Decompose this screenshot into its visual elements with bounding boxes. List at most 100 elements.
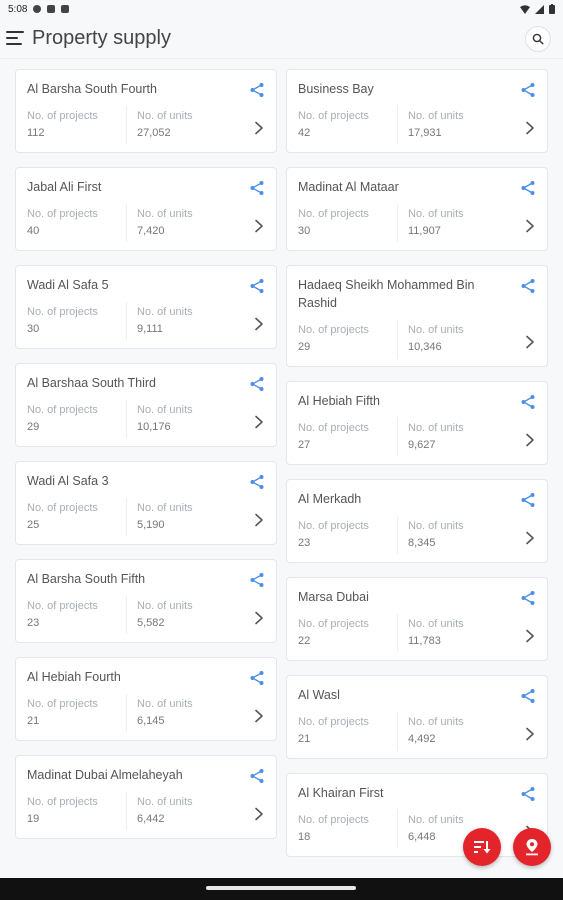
units-value: 10,176 <box>137 421 171 433</box>
property-card[interactable]: Al Hebiah Fifth No. of projects 27 No. o… <box>286 381 548 465</box>
card-header: Jabal Ali First <box>16 168 276 196</box>
units-metric: No. of units 6,145 <box>126 694 236 732</box>
units-metric: No. of units 11,907 <box>397 204 507 242</box>
projects-metric: No. of projects 21 <box>27 694 126 732</box>
notification-icon <box>61 5 70 13</box>
units-metric: No. of units 9,111 <box>126 302 236 340</box>
share-icon[interactable] <box>520 278 536 294</box>
app-bar-divider <box>0 58 563 59</box>
share-icon[interactable] <box>249 180 265 196</box>
chevron-right-icon[interactable] <box>525 121 535 135</box>
chevron-right-icon[interactable] <box>525 629 535 643</box>
card-header: Al Barsha South Fifth <box>16 560 276 588</box>
property-card[interactable]: Marsa Dubai No. of projects 22 No. of un… <box>286 577 548 661</box>
share-icon[interactable] <box>249 278 265 294</box>
share-icon[interactable] <box>249 572 265 588</box>
units-label: No. of units <box>137 600 193 612</box>
chevron-right-icon[interactable] <box>254 807 264 821</box>
projects-label: No. of projects <box>27 600 98 612</box>
chevron-right-icon[interactable] <box>254 513 264 527</box>
chevron-right-icon[interactable] <box>525 727 535 741</box>
share-icon[interactable] <box>520 394 536 410</box>
chevron-right-icon[interactable] <box>525 531 535 545</box>
card-metrics: No. of projects 25 No. of units 5,190 <box>27 498 236 536</box>
property-card[interactable]: Wadi Al Safa 3 No. of projects 25 No. of… <box>15 461 277 545</box>
property-card[interactable]: Jabal Ali First No. of projects 40 No. o… <box>15 167 277 251</box>
chevron-right-icon[interactable] <box>254 611 264 625</box>
chevron-right-icon[interactable] <box>254 219 264 233</box>
page-title: Property supply <box>32 26 171 49</box>
area-name: Business Bay <box>298 82 374 96</box>
area-name: Al Barsha South Fourth <box>27 82 157 96</box>
card-metrics: No. of projects 29 No. of units 10,346 <box>298 320 507 358</box>
share-icon[interactable] <box>249 82 265 98</box>
share-icon[interactable] <box>249 670 265 686</box>
property-card[interactable]: Al Hebiah Fourth No. of projects 21 No. … <box>15 657 277 741</box>
menu-icon[interactable] <box>6 31 24 45</box>
share-icon[interactable] <box>249 474 265 490</box>
units-value: 5,582 <box>137 617 165 629</box>
property-card[interactable]: Al Barsha South Fifth No. of projects 23… <box>15 559 277 643</box>
projects-value: 21 <box>298 733 311 745</box>
projects-value: 18 <box>298 831 311 843</box>
units-value: 8,345 <box>408 537 436 549</box>
share-icon[interactable] <box>520 82 536 98</box>
units-label: No. of units <box>137 796 193 808</box>
share-icon[interactable] <box>520 180 536 196</box>
share-icon[interactable] <box>520 688 536 704</box>
share-icon[interactable] <box>520 492 536 508</box>
chevron-right-icon[interactable] <box>254 415 264 429</box>
chevron-right-icon[interactable] <box>525 219 535 233</box>
projects-label: No. of projects <box>298 618 369 630</box>
property-card[interactable]: Hadaeq Sheikh Mohammed Bin Rashid No. of… <box>286 265 548 367</box>
share-icon[interactable] <box>520 590 536 606</box>
share-icon[interactable] <box>249 376 265 392</box>
projects-value: 112 <box>27 127 45 139</box>
projects-metric: No. of projects 30 <box>27 302 126 340</box>
units-metric: No. of units 9,627 <box>397 418 507 456</box>
property-card[interactable]: Madinat Al Mataar No. of projects 30 No.… <box>286 167 548 251</box>
units-value: 7,420 <box>137 225 165 237</box>
property-card[interactable]: Al Barshaa South Third No. of projects 2… <box>15 363 277 447</box>
card-header: Wadi Al Safa 5 <box>16 266 276 294</box>
property-card[interactable]: Business Bay No. of projects 42 No. of u… <box>286 69 548 153</box>
units-value: 6,145 <box>137 715 165 727</box>
property-card[interactable]: Al Wasl No. of projects 21 No. of units … <box>286 675 548 759</box>
units-label: No. of units <box>137 110 193 122</box>
card-header: Al Merkadh <box>287 480 547 508</box>
map-view-button[interactable] <box>513 828 551 866</box>
sort-icon <box>474 841 491 854</box>
chevron-right-icon[interactable] <box>525 335 535 349</box>
card-header: Al Hebiah Fourth <box>16 658 276 686</box>
chevron-right-icon[interactable] <box>525 433 535 447</box>
area-name: Madinat Al Mataar <box>298 180 399 194</box>
chevron-right-icon[interactable] <box>254 121 264 135</box>
share-icon[interactable] <box>249 768 265 784</box>
property-card[interactable]: Wadi Al Safa 5 No. of projects 30 No. of… <box>15 265 277 349</box>
units-metric: No. of units 10,176 <box>126 400 236 438</box>
share-icon[interactable] <box>520 786 536 802</box>
projects-label: No. of projects <box>298 520 369 532</box>
home-gesture-handle[interactable] <box>206 886 356 890</box>
search-button[interactable] <box>525 26 551 52</box>
chevron-right-icon[interactable] <box>254 317 264 331</box>
sort-button[interactable] <box>463 828 501 866</box>
projects-label: No. of projects <box>27 502 98 514</box>
card-metrics: No. of projects 27 No. of units 9,627 <box>298 418 507 456</box>
projects-metric: No. of projects 22 <box>298 614 397 652</box>
property-card[interactable]: Al Khairan First No. of projects 18 No. … <box>286 773 548 857</box>
units-label: No. of units <box>137 404 193 416</box>
wifi-icon <box>520 4 530 14</box>
chevron-right-icon[interactable] <box>254 709 264 723</box>
property-card-grid: Al Barsha South Fourth No. of projects 1… <box>15 69 548 877</box>
units-label: No. of units <box>408 324 464 336</box>
units-value: 4,492 <box>408 733 436 745</box>
system-nav-bar <box>0 878 563 900</box>
card-metrics: No. of projects 22 No. of units 11,783 <box>298 614 507 652</box>
property-card[interactable]: Madinat Dubai Almelaheyah No. of project… <box>15 755 277 839</box>
card-header: Al Hebiah Fifth <box>287 382 547 410</box>
property-card[interactable]: Al Barsha South Fourth No. of projects 1… <box>15 69 277 153</box>
card-header: Madinat Al Mataar <box>287 168 547 196</box>
property-card[interactable]: Al Merkadh No. of projects 23 No. of uni… <box>286 479 548 563</box>
area-name: Hadaeq Sheikh Mohammed Bin Rashid <box>298 278 475 310</box>
